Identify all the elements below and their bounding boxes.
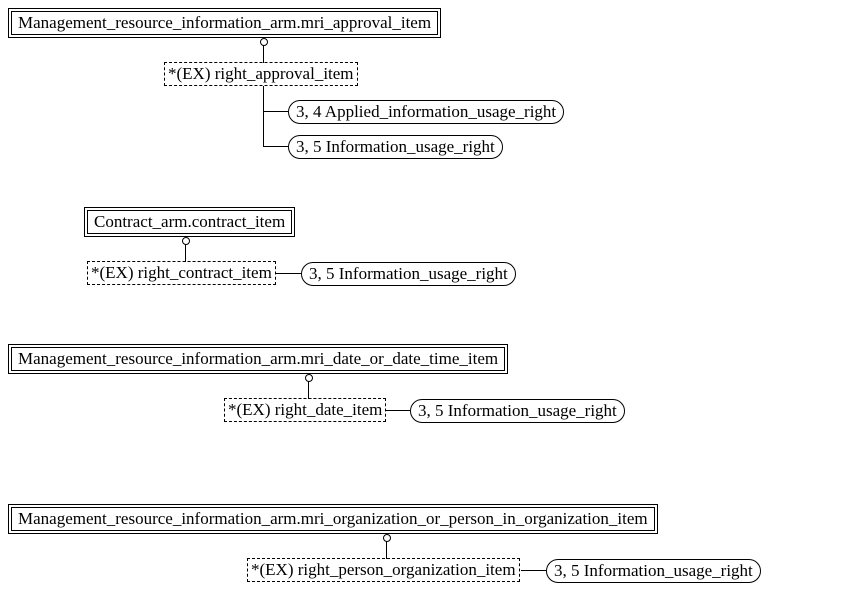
connector-line [385, 410, 410, 411]
ex-box-label: *(EX) right_approval_item [168, 64, 354, 83]
ex-box: *(EX) right_date_item [224, 398, 386, 422]
entity-pill-label: 3, 5 Information_usage_right [309, 264, 508, 283]
connector-circle [260, 38, 268, 46]
connector-line [185, 244, 186, 262]
entity-pill-label: 3, 5 Information_usage_right [554, 561, 753, 580]
ex-box: *(EX) right_contract_item [87, 261, 276, 285]
connector-line [263, 45, 264, 63]
schema-box-label: Management_resource_information_arm.mri_… [11, 507, 655, 531]
entity-pill-label: 3, 4 Applied_information_usage_right [296, 102, 556, 121]
connector-line [276, 273, 301, 274]
schema-box-label: Contract_arm.contract_item [87, 210, 292, 234]
entity-pill: 3, 5 Information_usage_right [288, 135, 503, 159]
connector-circle [305, 374, 313, 382]
schema-box: Contract_arm.contract_item [84, 207, 295, 237]
connector-line [263, 146, 288, 147]
connector-line [386, 541, 387, 559]
schema-box-label: Management_resource_information_arm.mri_… [11, 11, 438, 35]
entity-pill: 3, 4 Applied_information_usage_right [288, 100, 564, 124]
schema-box: Management_resource_information_arm.mri_… [8, 8, 441, 38]
entity-pill-label: 3, 5 Information_usage_right [418, 401, 617, 420]
ex-box-label: *(EX) right_person_organization_item [251, 560, 516, 579]
connector-line [521, 570, 546, 571]
schema-box: Management_resource_information_arm.mri_… [8, 504, 658, 534]
ex-box-label: *(EX) right_date_item [228, 400, 382, 419]
entity-pill-label: 3, 5 Information_usage_right [296, 137, 495, 156]
schema-box: Management_resource_information_arm.mri_… [8, 344, 508, 374]
ex-box: *(EX) right_approval_item [164, 62, 358, 86]
entity-pill: 3, 5 Information_usage_right [301, 262, 516, 286]
connector-line [308, 381, 309, 399]
schema-box-label: Management_resource_information_arm.mri_… [11, 347, 505, 371]
connector-line [263, 111, 288, 112]
ex-box-label: *(EX) right_contract_item [91, 263, 272, 282]
ex-box: *(EX) right_person_organization_item [247, 558, 520, 582]
entity-pill: 3, 5 Information_usage_right [546, 559, 761, 583]
connector-circle [182, 237, 190, 245]
entity-pill: 3, 5 Information_usage_right [410, 399, 625, 423]
connector-circle [383, 534, 391, 542]
connector-line [263, 86, 264, 147]
